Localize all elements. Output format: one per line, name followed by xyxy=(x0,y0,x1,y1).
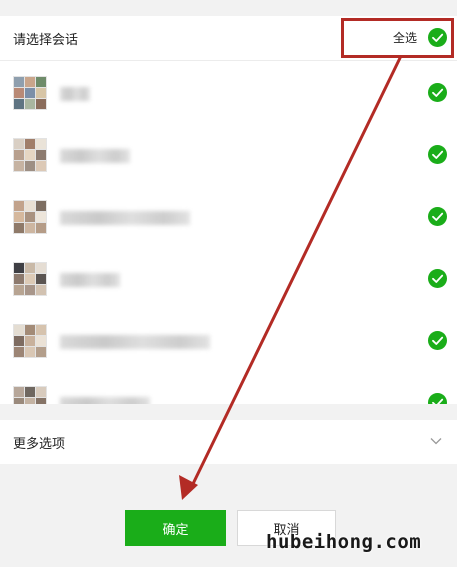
group-avatar-icon xyxy=(13,200,47,234)
conversation-checkbox[interactable] xyxy=(428,269,447,288)
checkmark-icon xyxy=(432,88,444,97)
conversation-row-2[interactable] xyxy=(0,124,457,186)
conversation-name-blurred xyxy=(60,273,120,287)
conversation-name-blurred xyxy=(60,397,150,404)
conversation-name-blurred xyxy=(60,335,210,349)
conversation-picker-panel: 请选择会话 全选 xyxy=(0,16,457,404)
checkmark-icon xyxy=(432,212,444,221)
conversation-checkbox[interactable] xyxy=(428,207,447,226)
group-avatar-icon xyxy=(13,324,47,358)
annotation-highlight-box xyxy=(341,18,454,58)
conversation-name-blurred xyxy=(60,87,90,101)
group-avatar-icon xyxy=(13,76,47,110)
group-avatar-icon xyxy=(13,138,47,172)
conversation-row-1[interactable] xyxy=(0,62,457,124)
checkmark-icon xyxy=(432,398,444,404)
conversation-row-5[interactable] xyxy=(0,310,457,372)
conversation-row-3[interactable] xyxy=(0,186,457,248)
chevron-down-icon xyxy=(430,438,442,445)
checkmark-icon xyxy=(432,274,444,283)
confirm-button[interactable]: 确定 xyxy=(125,510,226,546)
group-avatar-icon xyxy=(13,262,47,296)
conversation-row-4[interactable] xyxy=(0,248,457,310)
conversation-checkbox[interactable] xyxy=(428,393,447,404)
conversation-checkbox[interactable] xyxy=(428,145,447,164)
checkmark-icon xyxy=(432,336,444,345)
conversation-row-6[interactable] xyxy=(0,372,457,404)
group-avatar-icon xyxy=(13,386,47,404)
conversation-checkbox[interactable] xyxy=(428,331,447,350)
picker-title: 请选择会话 xyxy=(13,33,79,48)
checkmark-icon xyxy=(432,150,444,159)
conversation-name-blurred xyxy=(60,149,130,163)
conversation-name-blurred xyxy=(60,211,190,225)
more-options-row[interactable]: 更多选项 xyxy=(0,420,457,464)
conversation-checkbox[interactable] xyxy=(428,83,447,102)
more-options-label: 更多选项 xyxy=(13,437,66,452)
watermark-text: hubeihong.com xyxy=(266,531,422,553)
